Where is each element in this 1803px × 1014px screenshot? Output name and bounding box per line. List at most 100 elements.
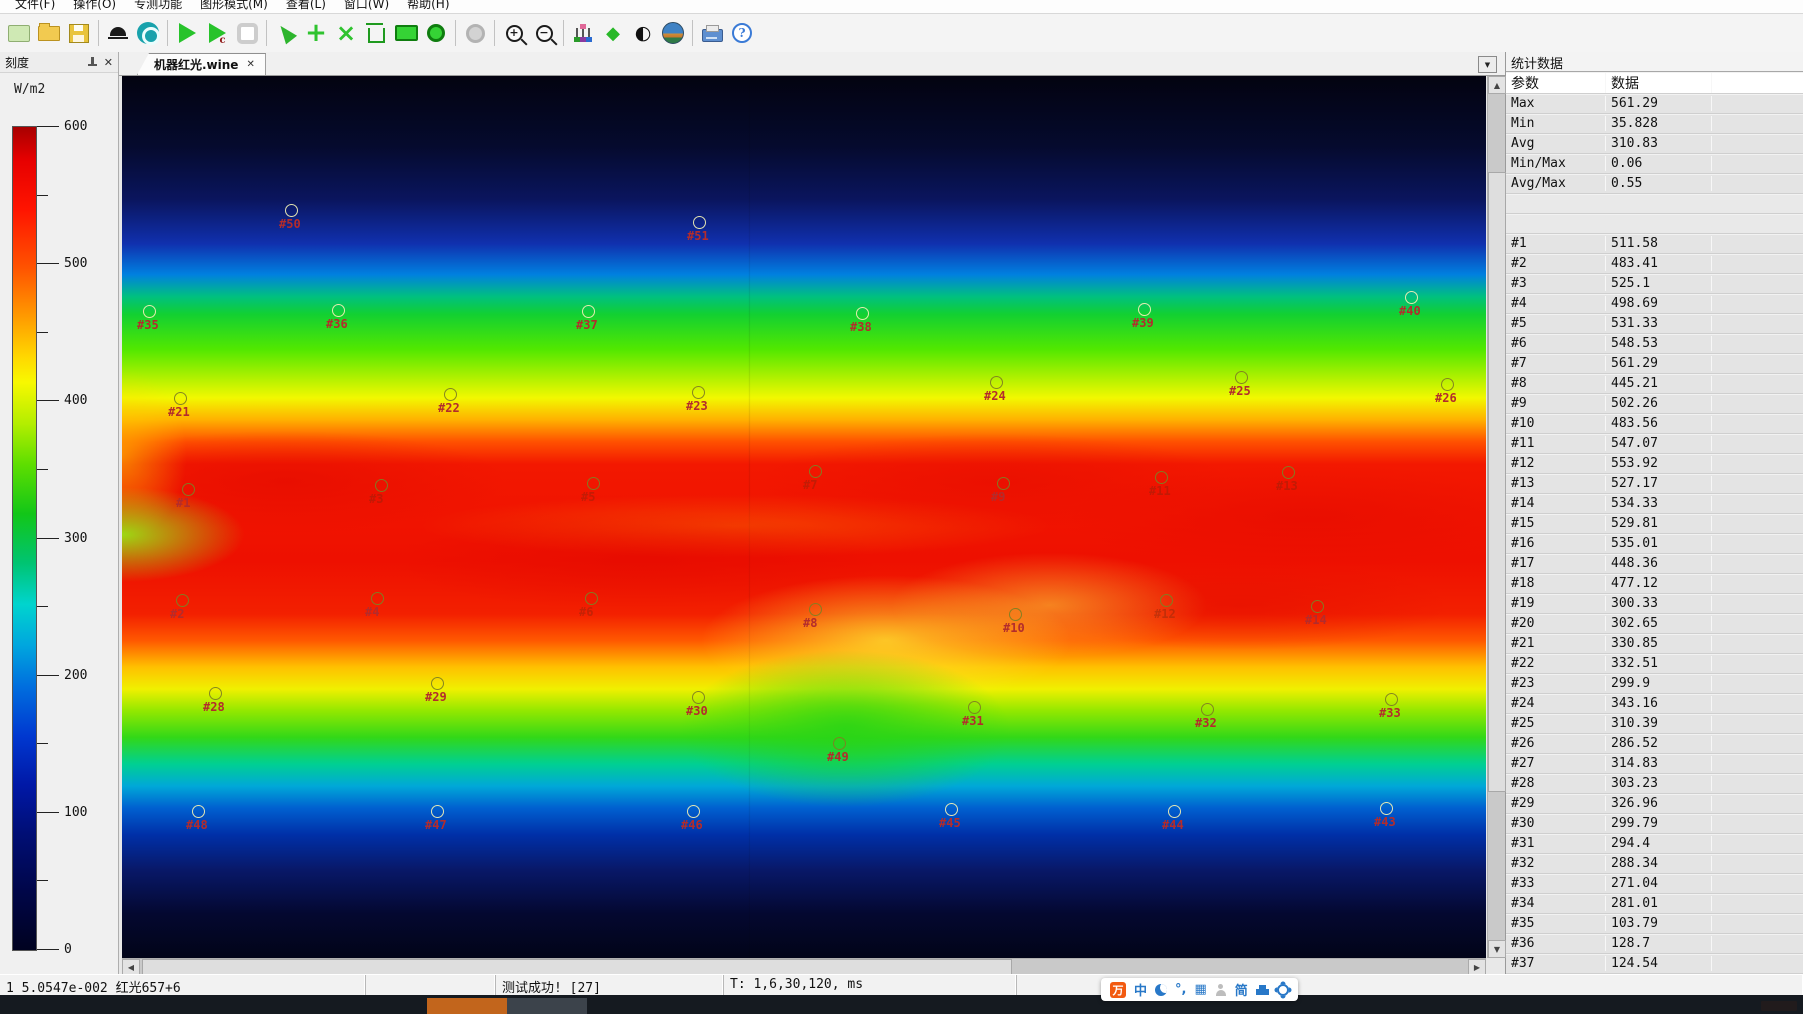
measure-point-29[interactable]: #29 [431, 677, 444, 690]
measure-point-26[interactable]: #26 [1441, 378, 1454, 391]
bell-button[interactable] [103, 18, 133, 48]
measure-point-9[interactable]: #9 [997, 477, 1010, 490]
ime-skin-icon[interactable] [1256, 989, 1269, 995]
help-button[interactable]: ? [727, 18, 757, 48]
measure-point-51[interactable]: #51 [693, 216, 706, 229]
stats-row[interactable]: #9502.26 [1506, 394, 1803, 414]
topology-button[interactable] [568, 18, 598, 48]
measure-point-36[interactable]: #36 [332, 304, 345, 317]
stats-row[interactable]: Avg310.83 [1506, 134, 1803, 154]
stats-row[interactable]: #22332.51 [1506, 654, 1803, 674]
stats-row[interactable]: #4498.69 [1506, 294, 1803, 314]
rect-roi-button[interactable] [391, 18, 421, 48]
measure-point-49[interactable]: #49 [833, 737, 846, 750]
measure-point-47[interactable]: #47 [431, 805, 444, 818]
stats-row[interactable]: Avg/Max0.55 [1506, 174, 1803, 194]
menu-item[interactable]: 操作(O) [64, 0, 125, 10]
menu-item[interactable]: 窗口(W) [335, 0, 398, 10]
stats-row[interactable]: #32288.34 [1506, 854, 1803, 874]
stats-row[interactable]: #33271.04 [1506, 874, 1803, 894]
cursor-button[interactable] [271, 18, 301, 48]
add-point-button[interactable]: + [301, 18, 331, 48]
horizontal-scrollbar[interactable]: ◀ ▶ [122, 958, 1486, 975]
stats-row[interactable]: #13527.17 [1506, 474, 1803, 494]
stats-row[interactable]: Max561.29 [1506, 94, 1803, 114]
settings-button[interactable] [133, 18, 163, 48]
measure-point-30[interactable]: #30 [692, 691, 705, 704]
measure-point-5[interactable]: #5 [587, 477, 600, 490]
stats-row[interactable]: #15529.81 [1506, 514, 1803, 534]
menu-item[interactable]: 专测功能 [125, 0, 191, 10]
irradiance-heatmap[interactable]: #1#2#3#4#5#6#7#8#9#10#11#12#13#14#21#22#… [122, 76, 1486, 958]
stats-row[interactable]: #7561.29 [1506, 354, 1803, 374]
print-button[interactable] [697, 18, 727, 48]
stats-row[interactable]: #16535.01 [1506, 534, 1803, 554]
scroll-up-icon[interactable]: ▲ [1488, 76, 1506, 94]
measure-point-1[interactable]: #1 [182, 483, 195, 496]
run-c-button[interactable]: c [202, 18, 232, 48]
measure-point-8[interactable]: #8 [809, 603, 822, 616]
vertical-scrollbar[interactable]: ▲ ▼ [1487, 76, 1505, 958]
stats-row[interactable]: #18477.12 [1506, 574, 1803, 594]
ime-simplified-toggle[interactable]: 简 [1235, 980, 1248, 999]
measure-point-24[interactable]: #24 [990, 376, 1003, 389]
measure-point-3[interactable]: #3 [375, 479, 388, 492]
inactive-point-button[interactable] [460, 18, 490, 48]
open-button[interactable] [34, 18, 64, 48]
measure-point-35[interactable]: #35 [143, 305, 156, 318]
stats-row[interactable]: Min/Max0.06 [1506, 154, 1803, 174]
tab-list-dropdown-button[interactable]: ▼ [1478, 56, 1497, 73]
stats-row[interactable]: #11547.07 [1506, 434, 1803, 454]
stats-row[interactable]: #6548.53 [1506, 334, 1803, 354]
stats-row[interactable]: #14534.33 [1506, 494, 1803, 514]
measure-point-37[interactable]: #37 [582, 305, 595, 318]
measure-point-14[interactable]: #14 [1311, 600, 1324, 613]
tab-active[interactable]: 机器红光.wine ✕ [137, 53, 266, 75]
measure-point-2[interactable]: #2 [176, 594, 189, 607]
measure-point-25[interactable]: #25 [1235, 371, 1248, 384]
stats-row[interactable]: #25310.39 [1506, 714, 1803, 734]
stats-row[interactable]: #24343.16 [1506, 694, 1803, 714]
stats-row[interactable]: #34281.01 [1506, 894, 1803, 914]
stats-row[interactable]: #12553.92 [1506, 454, 1803, 474]
measure-point-12[interactable]: #12 [1160, 594, 1173, 607]
delete-point-button[interactable]: × [331, 18, 361, 48]
measure-point-21[interactable]: #21 [174, 392, 187, 405]
stats-row[interactable]: #19300.33 [1506, 594, 1803, 614]
stats-row[interactable]: #3525.1 [1506, 274, 1803, 294]
stats-row[interactable]: #21330.85 [1506, 634, 1803, 654]
measure-point-28[interactable]: #28 [209, 687, 222, 700]
stats-row[interactable]: #31294.4 [1506, 834, 1803, 854]
measure-point-45[interactable]: #45 [945, 803, 958, 816]
ime-brand-icon[interactable]: 万 [1110, 982, 1126, 998]
taskbar-app-segment[interactable] [427, 998, 507, 1014]
measure-point-7[interactable]: #7 [809, 465, 822, 478]
stats-row[interactable]: #26286.52 [1506, 734, 1803, 754]
scroll-down-icon[interactable]: ▼ [1488, 940, 1506, 958]
measure-point-48[interactable]: #48 [192, 805, 205, 818]
measure-point-23[interactable]: #23 [692, 386, 705, 399]
ime-settings-icon[interactable] [1277, 984, 1289, 996]
menu-item[interactable]: 查看(L) [277, 0, 335, 10]
stats-row[interactable]: #30299.79 [1506, 814, 1803, 834]
os-taskbar[interactable] [0, 995, 1803, 1014]
menu-item[interactable]: 图形模式(M) [191, 0, 277, 10]
zoom-in-button[interactable]: + [499, 18, 529, 48]
run-button[interactable] [172, 18, 202, 48]
stats-row[interactable]: Min35.828 [1506, 114, 1803, 134]
contrast-button[interactable]: ◐ [628, 18, 658, 48]
save-button[interactable] [64, 18, 94, 48]
measure-point-43[interactable]: #43 [1380, 802, 1393, 815]
ime-keyboard-icon[interactable]: ▦ [1194, 982, 1206, 997]
ime-mode-chinese[interactable]: 中 [1134, 980, 1147, 999]
scale-panel-close-icon[interactable]: ✕ [104, 57, 113, 68]
ime-moon-icon[interactable] [1155, 984, 1167, 996]
measure-point-4[interactable]: #4 [371, 592, 384, 605]
stats-row[interactable]: #20302.65 [1506, 614, 1803, 634]
taskbar-app-segment-2[interactable] [507, 998, 587, 1014]
stats-row[interactable]: #27314.83 [1506, 754, 1803, 774]
stats-row[interactable]: #37124.54 [1506, 954, 1803, 974]
measure-point-31[interactable]: #31 [968, 701, 981, 714]
stats-row[interactable]: #29326.96 [1506, 794, 1803, 814]
stats-row[interactable]: #17448.36 [1506, 554, 1803, 574]
